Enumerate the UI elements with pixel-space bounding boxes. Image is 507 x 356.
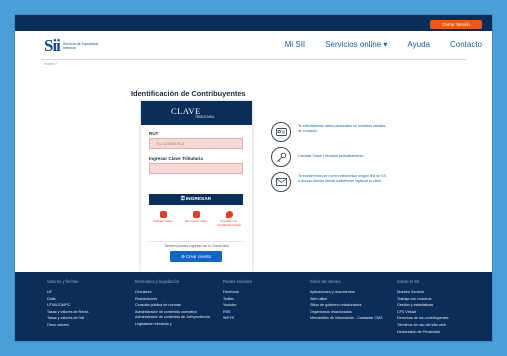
key-icon: [271, 147, 291, 167]
login-options: Solicitar Clave Recuperar Clave Ingresar…: [149, 211, 243, 227]
footer-col-normativa: Normativa y legislación Circulares Resol…: [135, 279, 215, 327]
sii-logo[interactable]: Sii Servicio de Impuestos Internos: [44, 36, 109, 56]
footer-link[interactable]: Circulares: [135, 289, 215, 296]
site-footer: Valores y fechas UF Dólar UTM/UTA/IPC Ta…: [15, 272, 492, 341]
footer-link[interactable]: Trabaje con nosotros: [397, 296, 477, 303]
footer-link[interactable]: RSS: [223, 309, 303, 316]
footer-link[interactable]: Tasas y valores de Renta: [47, 309, 127, 316]
footer-col-values: Valores y fechas UF Dólar UTM/UTA/IPC Ta…: [47, 279, 127, 329]
password-label: Ingresar Clave Tributaria: [149, 156, 203, 161]
mail-icon: [271, 172, 291, 192]
option-label: Ingresar con Certificado Digital: [217, 219, 241, 227]
logout-button[interactable]: Cerrar Sesión: [430, 20, 482, 29]
footer-link[interactable]: Dólar: [47, 296, 127, 303]
footer-link[interactable]: Nuestro Servicio: [397, 289, 477, 296]
option-digital-certificate[interactable]: Ingresar con Certificado Digital: [215, 211, 243, 227]
footer-col-title: Valores y fechas: [47, 279, 79, 284]
page-title: Identificación de Contribuyentes: [131, 89, 246, 98]
id-card-icon: [271, 122, 291, 142]
logo-text: Servicio de Impuestos Internos: [62, 41, 99, 50]
nav-mi-sii[interactable]: Mi SII: [285, 40, 305, 49]
create-account-label: Crear cuenta: [185, 254, 211, 259]
info-item-change-key: Cambiar Clave Tributaria periódicamente.: [271, 147, 386, 167]
rut-input[interactable]: Ej: 12345678-5: [149, 138, 243, 149]
footer-link[interactable]: Declaración de Privacidad: [397, 329, 477, 336]
option-recover-key[interactable]: Recuperar Clave: [182, 211, 210, 227]
password-input[interactable]: [149, 163, 243, 174]
site-header: Sii Servicio de Impuestos Internos Mi SI…: [15, 31, 492, 57]
footer-link[interactable]: Otros valores: [47, 322, 127, 329]
footer-link[interactable]: Aplicaciones y documentos: [310, 289, 390, 296]
option-label: Recuperar Clave: [184, 219, 208, 223]
login-submit-button[interactable]: ⚿ INGRESAR: [149, 194, 243, 205]
nav-contacto[interactable]: Contacto: [450, 40, 482, 49]
footer-col-social: Redes sociales Facebook Twitter Youtube …: [223, 279, 303, 322]
info-item-email-warning: Te enviaremos por correo electrónico nin…: [271, 172, 386, 192]
rut-label: RUT: [149, 131, 159, 136]
footer-link[interactable]: Youtube: [223, 302, 303, 309]
footer-col-sites: Sitios de interés Aplicaciones y documen…: [310, 279, 390, 322]
footer-link[interactable]: Facebook: [223, 289, 303, 296]
footer-link[interactable]: Twitter: [223, 296, 303, 303]
login-card-header: CLAVE TRIBUTARIA: [141, 101, 252, 125]
footer-link[interactable]: Administrador de contenido de Jurisprude…: [135, 315, 215, 319]
info-item-personal-data: Te solicitaremos datos personales en nue…: [271, 122, 386, 142]
footer-link[interactable]: UTM/UTA/IPC: [47, 302, 127, 309]
info-text: Te enviaremos por correo electrónico nin…: [298, 174, 386, 183]
breadcrumb-divider: [41, 59, 466, 60]
main-nav: Mi SII Servicios online ▾ Ayuda Contacto: [285, 40, 482, 49]
breadcrumb[interactable]: Home /: [44, 61, 57, 66]
top-bar: Cerrar Sesión: [15, 15, 492, 31]
logo-mark: Sii: [44, 36, 61, 55]
footer-link[interactable]: Gestión y estadísticas: [397, 302, 477, 309]
recover-key-icon: [192, 211, 200, 218]
login-card: CLAVE TRIBUTARIA RUT Ej: 12345678-5 Ingr…: [141, 101, 252, 272]
info-text: Cambiar Clave Tributaria periódicamente.: [298, 154, 365, 158]
option-request-key[interactable]: Solicitar Clave: [149, 211, 177, 227]
footer-link[interactable]: Administrador de contenido normativo: [135, 310, 215, 314]
footer-link[interactable]: CFS Virtual: [397, 309, 477, 316]
footer-link[interactable]: UF: [47, 289, 127, 296]
footer-link[interactable]: Legislación tributaria y: [135, 321, 215, 328]
browser-frame: Cerrar Sesión Sii Servicio de Impuestos …: [14, 14, 493, 342]
footer-link[interactable]: Mercantiles de información - Contactar C…: [310, 316, 390, 320]
info-text: Te solicitaremos datos personales en nue…: [298, 124, 386, 133]
nav-servicios-online[interactable]: Servicios online ▾: [325, 40, 387, 49]
certificate-icon: [225, 211, 233, 218]
create-account-button[interactable]: ⊕ Crear cuenta: [170, 251, 222, 262]
request-key-icon: [159, 211, 167, 218]
claveunica-note: También puedes ingresar con tu ClaveÚnic…: [164, 244, 229, 248]
login-submit-label: INGRESAR: [185, 197, 212, 202]
footer-col-title: Sobre el SII: [397, 279, 420, 284]
footer-link[interactable]: WIFI'S: [223, 315, 303, 322]
footer-col-title: Redes sociales: [223, 279, 253, 284]
footer-col-title: Normativa y legislación: [135, 279, 180, 284]
nav-ayuda[interactable]: Ayuda: [407, 40, 430, 49]
clave-logo-sub: TRIBUTARIA: [195, 115, 215, 119]
footer-link[interactable]: Sitios de gobierno relacionados: [310, 302, 390, 309]
footer-link[interactable]: Web útiles: [310, 296, 390, 303]
footer-link[interactable]: Tasas y valores de IVA: [47, 315, 127, 322]
footer-link[interactable]: Resoluciones: [135, 296, 215, 303]
footer-link[interactable]: Términos de uso del sitio web: [397, 322, 477, 329]
footer-col-title: Sitios de interés: [310, 279, 341, 284]
footer-link[interactable]: Derechos de los contribuyentes: [397, 315, 477, 322]
option-label: Solicitar Clave: [153, 219, 173, 223]
card-divider: [149, 241, 243, 242]
footer-col-about: Sobre el SII Nuestro Servicio Trabaje co…: [397, 279, 477, 335]
footer-link[interactable]: Organismos relacionados: [310, 309, 390, 316]
footer-link[interactable]: Consulta pública de normas: [135, 302, 215, 309]
